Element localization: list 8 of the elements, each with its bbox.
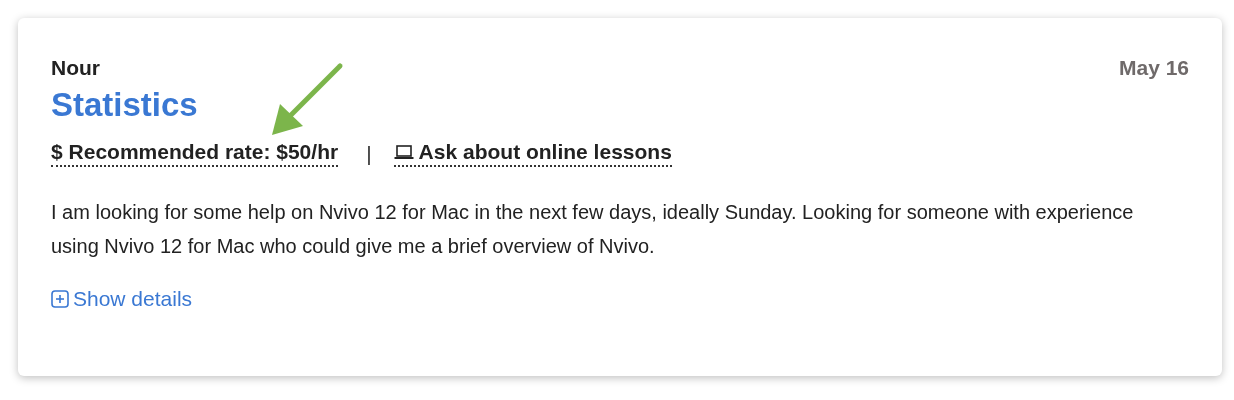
post-date: May 16 (1118, 56, 1189, 80)
separator: | (366, 141, 372, 166)
request-description: I am looking for some help on Nvivo 12 for Mac in the next few days, ideally Sunday. Looking for someone with experience using Nvivo 12 for Mac who could give me a brief overview of Nvivo. (51, 200, 1135, 259)
online-lessons-link[interactable]: Ask about online lessons (393, 140, 672, 167)
subject-title: Statistics (51, 86, 199, 124)
show-details-link[interactable]: Show details (51, 287, 193, 311)
recommended-rate-link[interactable]: $ Recommended rate: $50/hr (51, 140, 339, 167)
author-name: Nour (51, 56, 100, 80)
